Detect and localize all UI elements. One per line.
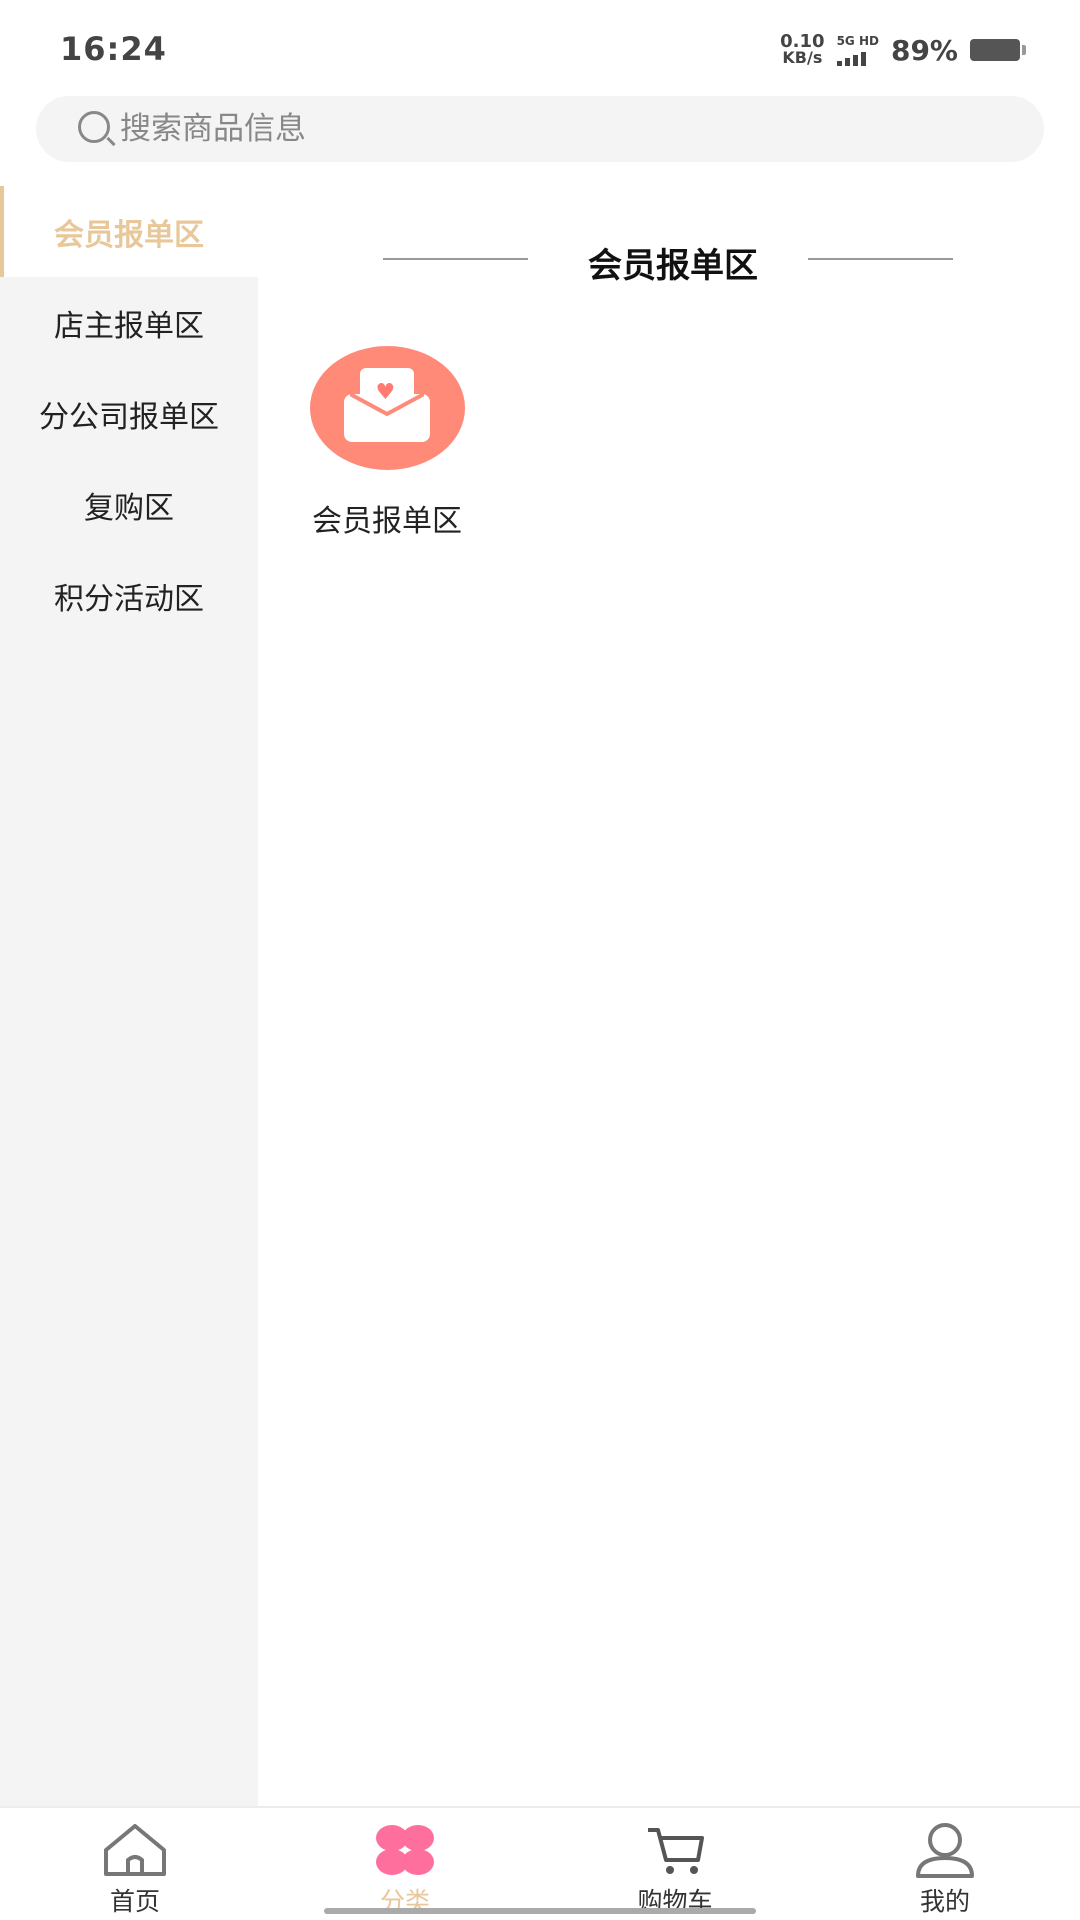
sidebar-item-repurchase[interactable]: 复购区 [0,459,258,550]
section-title: 会员报单区 [588,246,758,286]
sidebar-item-label: 复购区 [84,490,174,526]
battery-percent: 89% [890,33,958,67]
nav-item-cart[interactable]: 购物车 [540,1808,810,1920]
battery-icon [970,39,1026,61]
sidebar-item-branch-order[interactable]: 分公司报单区 [0,368,258,459]
signal-icon: 5G HD [836,34,879,66]
nav-label: 我的 [919,1887,970,1916]
cart-icon [640,1820,710,1880]
sidebar-item-label: 店主报单区 [54,308,204,344]
sidebar-item-points-activity[interactable]: 积分活动区 [0,550,258,641]
sidebar-item-label: 积分活动区 [54,581,204,617]
sidebar-item-label: 会员报单区 [54,217,204,253]
search-bar[interactable] [36,96,1044,162]
search-input[interactable] [120,111,980,147]
home-indicator[interactable] [324,1908,756,1914]
sidebar-item-label: 分公司报单区 [39,399,219,435]
nav-item-category[interactable]: 分类 [270,1808,540,1920]
nav-item-home[interactable]: 首页 [0,1808,270,1920]
search-icon [76,109,116,149]
nav-item-mine[interactable]: 我的 [810,1808,1080,1920]
sidebar-item-shopkeeper-order[interactable]: 店主报单区 [0,277,258,368]
category-card-label: 会员报单区 [312,504,462,539]
network-speed-unit: KB/s [782,48,823,67]
nav-label: 首页 [109,1887,160,1916]
signal-label: 5G HD [836,34,879,48]
status-bar: 16:24 0.10 KB/s 5G HD 89% [0,0,1080,96]
clover-icon [370,1820,440,1880]
home-icon [100,1820,170,1880]
category-sidebar: 会员报单区 店主报单区 分公司报单区 复购区 积分活动区 [0,186,258,1806]
title-divider-left [383,258,528,260]
network-speed: 0.10 KB/s [780,33,824,67]
category-card-member-order[interactable]: ♥ 会员报单区 [292,346,482,540]
category-content: 会员报单区 ♥ 会员报单区 [258,186,1080,1806]
envelope-heart-icon: ♥ [309,346,465,470]
status-indicators: 0.10 KB/s 5G HD 89% [780,30,1026,70]
sidebar-item-member-order[interactable]: 会员报单区 [0,186,258,277]
user-icon [910,1820,980,1880]
title-divider-right [808,258,953,260]
status-time: 16:24 [60,30,167,68]
bottom-nav: 首页 分类 购物车 我的 [0,1806,1080,1920]
